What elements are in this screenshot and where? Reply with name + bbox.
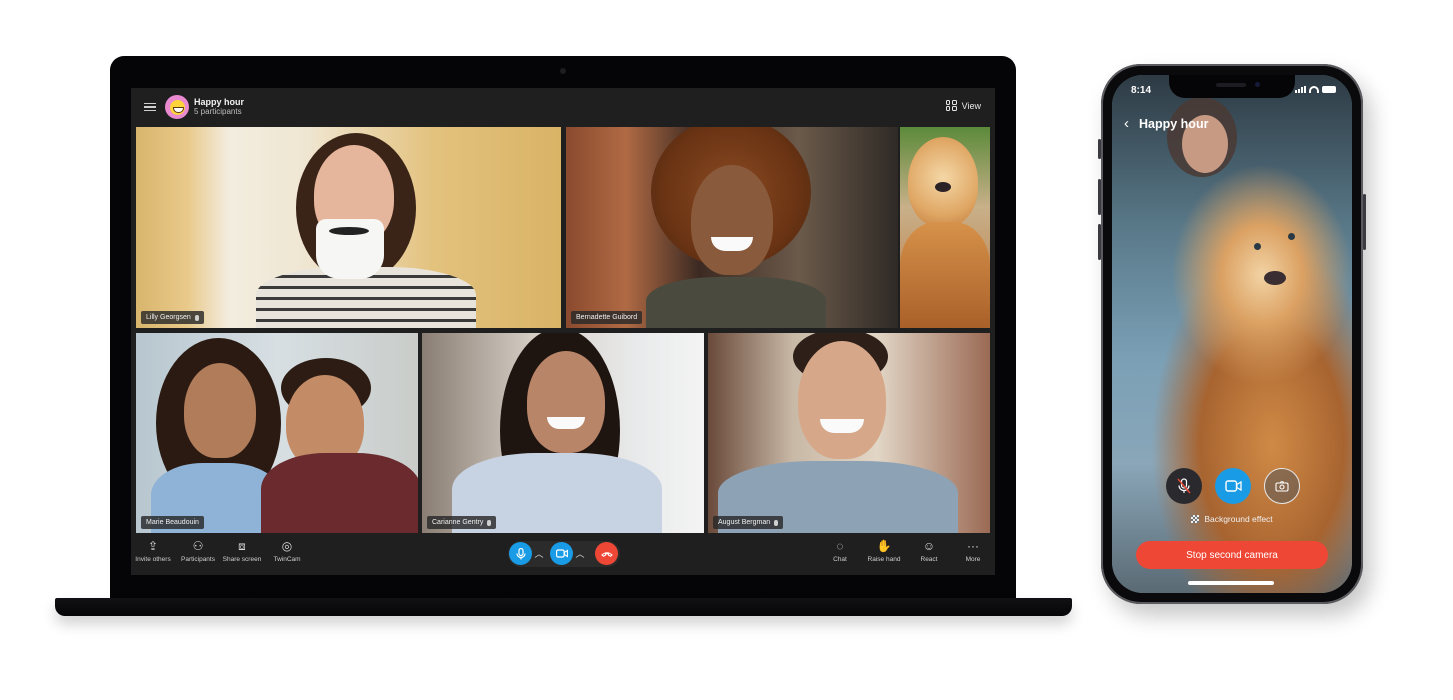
react-label: React (920, 556, 938, 563)
background-effect-button[interactable]: Background effect (1112, 514, 1352, 524)
more-icon: ··· (967, 538, 979, 553)
raise-hand-button[interactable]: ✋ Raise hand (859, 538, 909, 564)
raise-hand-icon: ✋ (876, 538, 892, 553)
call-header: Happy hour 5 participants View (131, 88, 995, 126)
twincam-button[interactable]: ◎ TwinCam (262, 538, 312, 564)
mic-icon (194, 314, 199, 321)
participant-name: August Bergman (718, 519, 771, 526)
view-button[interactable]: View (945, 100, 981, 111)
phone-switch-camera-button[interactable] (1264, 468, 1300, 504)
status-time: 8:14 (1131, 85, 1152, 96)
share-upload-icon: ⇪ (147, 538, 159, 553)
mic-icon (774, 519, 779, 526)
status-icons (1295, 86, 1336, 93)
grinning-face-icon (169, 99, 185, 115)
call-title-block[interactable]: Happy hour 5 participants (194, 97, 244, 117)
mic-button[interactable] (509, 542, 532, 565)
laptop-base (55, 598, 1072, 616)
participant-count: 5 participants (194, 106, 242, 116)
phone-call-header: ‹ Happy hour (1124, 115, 1208, 132)
participant-name: Bernadette Guibord (576, 314, 638, 321)
laptop-webcam (560, 68, 566, 74)
share-screen-icon: ⧈ (238, 538, 246, 553)
wifi-icon (1309, 86, 1319, 93)
video-tile-second-camera[interactable] (900, 127, 990, 328)
product-showcase: Happy hour 5 participants View Lilly Geo… (0, 0, 1453, 700)
microphone-icon (515, 547, 526, 559)
video-camera-icon (1224, 480, 1242, 492)
participants-button[interactable]: ⚇ Participants (173, 538, 223, 564)
mic-options-chevron[interactable]: ︿ (532, 546, 546, 560)
video-tile[interactable]: Lilly Georgsen (136, 127, 561, 328)
chat-label: Chat (833, 556, 847, 563)
grid-view-icon (945, 100, 957, 111)
participant-name-tag: Bernadette Guibord (571, 311, 643, 324)
more-button[interactable]: ··· More (948, 538, 995, 564)
phone-call-title: Happy hour (1139, 116, 1209, 131)
video-tile[interactable]: August Bergman (708, 333, 990, 533)
phone-volume-down (1098, 224, 1101, 260)
phone-notch (1169, 75, 1295, 98)
chat-button[interactable]: ◌ Chat (815, 538, 865, 564)
react-button[interactable]: ☺ React (904, 538, 954, 564)
battery-icon (1322, 86, 1336, 93)
switch-camera-icon (1275, 480, 1289, 492)
phone-mute-switch (1098, 139, 1101, 159)
skype-call-window: Happy hour 5 participants View Lilly Geo… (131, 88, 995, 575)
invite-others-label: Invite others (135, 556, 171, 563)
video-tile[interactable]: Marie Beaudouin (136, 333, 418, 533)
mic-icon (487, 519, 492, 526)
view-label: View (961, 100, 981, 111)
call-toolbar: ⇪ Invite others ⚇ Participants ⧈ Share s… (131, 533, 995, 575)
participant-name-tag: Marie Beaudouin (141, 516, 204, 529)
phone-call-screen: 8:14 ‹ Happy hour Background effect Stop… (1112, 75, 1352, 593)
participants-icon: ⚇ (192, 538, 204, 553)
microphone-off-icon (1177, 478, 1191, 494)
group-avatar[interactable] (165, 95, 189, 119)
invite-others-button[interactable]: ⇪ Invite others (131, 538, 178, 564)
end-call-button[interactable] (595, 542, 618, 565)
home-indicator[interactable] (1188, 581, 1274, 585)
background-effect-label: Background effect (1204, 514, 1273, 524)
video-button[interactable] (550, 542, 573, 565)
participant-name: Carianne Gentry (432, 519, 484, 526)
back-chevron-icon[interactable]: ‹ (1124, 115, 1129, 132)
phone-mic-muted-button[interactable] (1166, 468, 1202, 504)
participant-name-tag: August Bergman (713, 516, 784, 529)
phone-power-button (1363, 194, 1366, 250)
stop-second-camera-button[interactable]: Stop second camera (1136, 541, 1328, 569)
raise-hand-label: Raise hand (867, 556, 901, 563)
twincam-label: TwinCam (273, 556, 301, 563)
background-effect-icon (1191, 515, 1200, 523)
signal-icon (1295, 86, 1306, 93)
video-options-chevron[interactable]: ︿ (573, 546, 587, 560)
participant-name: Marie Beaudouin (146, 519, 199, 526)
more-label: More (965, 556, 981, 563)
participant-name-tag: Carianne Gentry (427, 516, 497, 529)
chat-icon: ◌ (836, 538, 844, 553)
video-tile[interactable]: Carianne Gentry (422, 333, 704, 533)
phone: 8:14 ‹ Happy hour Background effect Stop… (1098, 64, 1366, 604)
phone-video-button[interactable] (1215, 468, 1251, 504)
hang-up-icon (600, 551, 613, 557)
video-tile[interactable]: Bernadette Guibord (566, 127, 898, 328)
participant-name-tag: Lilly Georgsen (141, 311, 204, 324)
participants-label: Participants (181, 556, 215, 563)
share-screen-button[interactable]: ⧈ Share screen (217, 538, 267, 564)
participant-name: Lilly Georgsen (146, 314, 191, 321)
video-camera-icon (555, 549, 568, 558)
menu-icon[interactable] (144, 102, 156, 112)
phone-volume-up (1098, 179, 1101, 215)
twincam-icon: ◎ (281, 538, 293, 553)
react-icon: ☺ (922, 538, 936, 553)
share-screen-label: Share screen (222, 556, 262, 563)
